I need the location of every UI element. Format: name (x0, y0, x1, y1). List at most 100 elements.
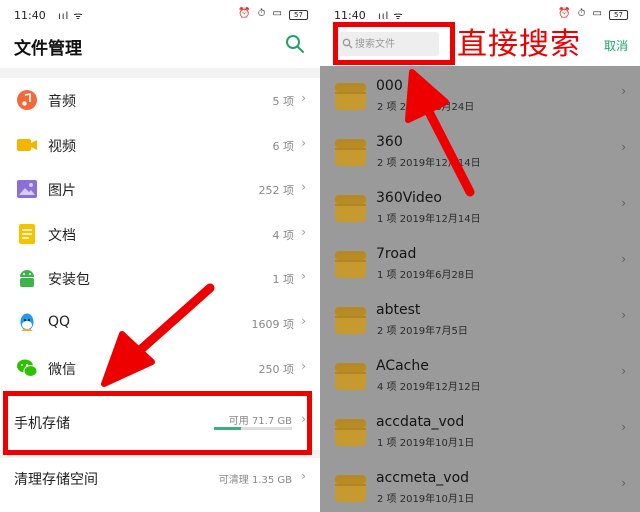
category-count: 5 项 (272, 95, 295, 108)
folder-row[interactable]: abtest 2 项 2019年7月5日 › (320, 290, 640, 346)
category-label: 安装包 (48, 272, 90, 289)
category-label: QQ (48, 313, 71, 330)
folder-name: 360Video (376, 190, 442, 206)
category-row-documents[interactable]: 文档 4 项 › (0, 212, 320, 257)
category-list: 音频 5 项 › 视频 6 项 › 图片 252 项 › 文档 4 项 › 安装… (0, 78, 320, 390)
chevron-right-icon: › (301, 135, 306, 150)
wechat-icon (17, 359, 38, 377)
category-label: 文档 (48, 227, 76, 244)
folder-name: 360 (376, 134, 403, 150)
folder-icon (335, 307, 366, 334)
folder-icon (335, 139, 366, 166)
folder-icon (335, 475, 366, 502)
search-icon[interactable] (284, 33, 306, 55)
category-row-qq[interactable]: QQ 1609 项 › (0, 301, 320, 346)
status-time: 11:40 (334, 9, 366, 22)
signal-icon: ııl ᯤ (378, 11, 404, 22)
folder-name: 000 (376, 78, 403, 94)
chevron-right-icon: › (301, 269, 306, 284)
folder-meta: 2 项 2019年10月1日 (377, 494, 475, 505)
chevron-right-icon: › (621, 196, 626, 210)
category-row-wechat[interactable]: 微信 250 项 › (0, 346, 320, 391)
folder-meta: 2 项 2019年7月5日 (377, 326, 468, 337)
folder-icon (335, 195, 366, 222)
folder-list: 000 2 项 2019年6月24日 › 360 2 项 2019年12月14日 › 360… (320, 66, 640, 512)
qq-icon (20, 313, 34, 331)
folder-name: abtest (376, 302, 421, 318)
image-icon (17, 180, 37, 199)
category-count: 6 项 (272, 139, 295, 153)
music-icon (17, 90, 37, 110)
chevron-right-icon: › (621, 252, 626, 266)
clean-storage-row[interactable]: 清理存储空间 可清理 1.35 GB › (0, 458, 320, 498)
category-count: 1 项 (272, 273, 295, 287)
category-label: 音频 (48, 94, 76, 110)
folder-icon (335, 363, 366, 390)
category-count: 252 项 (258, 184, 295, 198)
annotation-label: 直接搜索 (457, 27, 581, 62)
folder-name: accdata_vod (376, 414, 465, 430)
folder-icon (335, 251, 366, 278)
folder-row[interactable]: 000 2 项 2019年6月24日 › (320, 66, 640, 122)
folder-name: 7road (376, 246, 417, 262)
folder-meta: 4 项 2019年12月12日 (377, 382, 481, 393)
file-search-screen: 11:40 ııl ᯤ ⏰ ⏱ ▭ 57 取消 直接搜索 000 2 项 2019… (320, 0, 640, 512)
folder-meta: 1 项 2019年6月28日 (377, 270, 475, 281)
chevron-right-icon: › (621, 308, 626, 322)
chevron-right-icon: › (301, 358, 306, 373)
folder-meta: 1 项 2019年12月14日 (377, 214, 481, 225)
status-time: 11:40 (14, 9, 46, 22)
folder-name: ACache (376, 358, 429, 374)
chevron-right-icon: › (301, 180, 306, 195)
clean-storage-label: 清理存储空间 (14, 472, 98, 488)
alarm-icon: ⏰ ⏱ ▭ (237, 8, 284, 19)
category-label: 图片 (48, 183, 76, 200)
category-row-apk[interactable]: 安装包 1 项 › (0, 256, 320, 301)
category-row-audio[interactable]: 音频 5 项 › (0, 78, 320, 123)
alarm-icon: ⏰ ⏱ ▭ (557, 8, 604, 19)
cancel-button[interactable]: 取消 (604, 37, 628, 54)
annotation-highlight-box (3, 391, 312, 455)
annotation-highlight-box (333, 22, 455, 65)
android-icon (20, 270, 34, 288)
folder-row[interactable]: accmeta_vod 2 项 2019年10月1日 › (320, 458, 640, 512)
category-count: 4 项 (272, 228, 295, 242)
video-icon (17, 138, 37, 151)
category-label: 微信 (48, 361, 76, 378)
category-row-video[interactable]: 视频 6 项 › (0, 123, 320, 168)
cleanable-size: 可清理 1.35 GB (218, 475, 292, 486)
folder-row[interactable]: 7road 1 项 2019年6月28日 › (320, 234, 640, 290)
folder-meta: 2 项 2019年12月14日 (377, 158, 481, 169)
page-title: 文件管理 (14, 39, 82, 59)
category-count: 250 项 (258, 362, 295, 376)
category-count: 1609 项 (251, 317, 295, 331)
battery-icon: 57 (609, 10, 628, 20)
chevron-right-icon: › (301, 91, 306, 105)
chevron-right-icon: › (621, 476, 626, 490)
folder-row[interactable]: ACache 4 项 2019年12月12日 › (320, 346, 640, 402)
folder-row[interactable]: 360 2 项 2019年12月14日 › (320, 122, 640, 178)
folder-name: accmeta_vod (376, 470, 470, 486)
chevron-right-icon: › (301, 469, 306, 483)
folder-meta: 2 项 2019年6月24日 (377, 102, 475, 113)
category-row-images[interactable]: 图片 252 项 › (0, 167, 320, 212)
folder-row[interactable]: accdata_vod 1 项 2019年10月1日 › (320, 402, 640, 458)
chevron-right-icon: › (621, 420, 626, 434)
battery-icon: 57 (289, 10, 308, 20)
status-bar: 11:40 ııl ᯤ ⏰ ⏱ ▭ 57 (0, 0, 320, 30)
folder-icon (335, 419, 366, 446)
folder-meta: 1 项 2019年10月1日 (377, 438, 475, 449)
chevron-right-icon: › (621, 140, 626, 154)
folder-row[interactable]: 360Video 1 项 2019年12月14日 › (320, 178, 640, 234)
document-icon (19, 223, 35, 244)
chevron-right-icon: › (621, 84, 626, 98)
chevron-right-icon: › (621, 364, 626, 378)
search-header: 11:40 ııl ᯤ ⏰ ⏱ ▭ 57 取消 直接搜索 (320, 0, 640, 66)
section-divider (0, 68, 320, 78)
chevron-right-icon: › (301, 313, 306, 328)
category-label: 视频 (48, 138, 76, 155)
file-manager-home-screen: 11:40 ııl ᯤ ⏰ ⏱ ▭ 57 文件管理 音频 5 项 › 视频 6 (0, 0, 320, 512)
signal-icon: ııl ᯤ (58, 11, 84, 22)
folder-icon (335, 83, 366, 110)
chevron-right-icon: › (301, 224, 306, 239)
